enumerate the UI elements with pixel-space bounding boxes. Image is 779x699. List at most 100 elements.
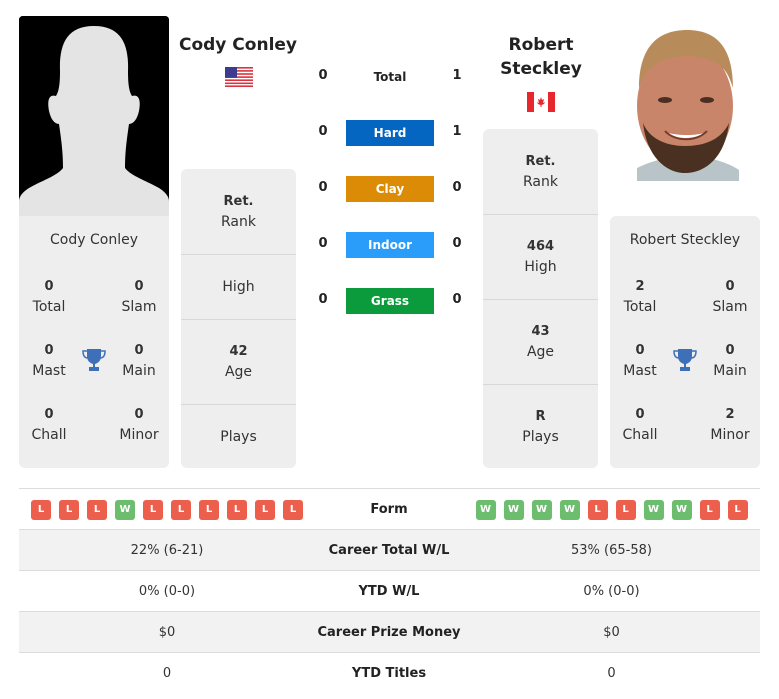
row-label: Career Prize Money [317, 625, 461, 640]
row-label: YTD Titles [351, 666, 427, 681]
player1-minor-titles: 0 Minor [109, 405, 169, 445]
label: Rank [221, 213, 256, 230]
form-loss-badge[interactable]: L [699, 499, 720, 520]
form-loss-badge[interactable]: L [255, 499, 275, 520]
form-label: Form [370, 502, 408, 517]
table-row-ytd-wl: 0% (0-0) YTD W/L 0% (0-0) [19, 570, 760, 611]
h2h-hard-p2: 1 [452, 124, 462, 139]
form-loss-badge[interactable]: L [227, 499, 247, 520]
surface-clay-badge[interactable]: Clay [346, 176, 434, 202]
player1-info-card: Ret. Rank High 42 Age Plays [181, 169, 296, 468]
player1-value: 0% (0-0) [138, 584, 196, 599]
player1-masters-titles: 0 Mast [19, 341, 79, 381]
label: Slam [121, 299, 157, 315]
player1-value: 22% (6-21) [130, 543, 204, 558]
player1-slam-titles: 0 Slam [109, 277, 169, 317]
form-loss-badge[interactable]: L [31, 499, 51, 520]
player1-plays: Plays [181, 404, 296, 468]
value: 0 [134, 343, 144, 358]
form-loss-badge[interactable]: L [199, 499, 219, 520]
player1-form: LLLWLLLLLL [19, 489, 315, 530]
form-win-badge[interactable]: W [475, 499, 496, 520]
player2-form: WWWWLLWWLL [463, 489, 760, 530]
player2-value: 53% (65-58) [571, 543, 652, 558]
form-win-badge[interactable]: W [531, 499, 552, 520]
h2h-total-p2: 1 [452, 68, 462, 83]
player2-value: $0 [603, 625, 620, 640]
player2-total-titles: 2 Total [610, 277, 670, 317]
form-win-badge[interactable]: W [643, 499, 664, 520]
value: 2 [635, 279, 645, 294]
surface-indoor-badge[interactable]: Indoor [346, 232, 434, 258]
player2-value: 0 [607, 666, 616, 681]
player2-photo [627, 28, 745, 181]
player1-name[interactable]: Cody Conley [178, 33, 298, 57]
h2h-clay-p1: 0 [318, 180, 328, 195]
value: R [535, 408, 546, 424]
form-loss-badge[interactable]: L [283, 499, 303, 520]
h2h-hard-p1: 0 [318, 124, 328, 139]
value: 0 [134, 279, 144, 294]
label: Total [623, 299, 657, 315]
h2h-grass-p1: 0 [318, 292, 328, 307]
h2h-clay-p2: 0 [452, 180, 462, 195]
player2-main-titles: 0 Main [700, 341, 760, 381]
label: Total [32, 299, 66, 315]
player2-age: 43 Age [483, 299, 598, 384]
value: 43 [531, 324, 550, 339]
value: 0 [725, 279, 735, 294]
label: Rank [523, 173, 558, 190]
row-label: Career Total W/L [328, 543, 450, 558]
table-row-career-wl: 22% (6-21) Career Total W/L 53% (65-58) [19, 529, 760, 570]
player2-slam-titles: 0 Slam [700, 277, 760, 317]
label: Main [122, 363, 156, 379]
row-label: YTD W/L [358, 584, 420, 599]
player2-name[interactable]: Robert Steckley [480, 33, 602, 81]
surface-hard-badge[interactable]: Hard [346, 120, 434, 146]
form-loss-badge[interactable]: L [87, 499, 107, 520]
h2h-indoor-p2: 0 [452, 236, 462, 251]
form-loss-badge[interactable]: L [727, 499, 748, 520]
player2-value: 0% (0-0) [583, 584, 640, 599]
label: Age [526, 344, 555, 360]
label: Age [224, 364, 253, 380]
form-win-badge[interactable]: W [115, 499, 135, 520]
player2-titles-card: Robert Steckley 2 Total 0 Slam 0 Mast 0 Main… [610, 216, 760, 468]
player2-masters-titles: 0 Mast [610, 341, 670, 381]
label: High [222, 279, 255, 295]
value: 42 [229, 344, 248, 359]
player1-rank: Ret. Rank [181, 169, 296, 254]
label: Mast [32, 363, 66, 379]
h2h-grass-p2: 0 [452, 292, 462, 307]
player1-value: 0 [162, 666, 172, 681]
form-loss-badge[interactable]: L [587, 499, 608, 520]
form-win-badge[interactable]: W [503, 499, 524, 520]
us-flag-icon [225, 67, 253, 87]
label: High [524, 259, 557, 275]
player2-card-name: Robert Steckley [629, 232, 741, 248]
canada-flag-icon [527, 92, 555, 112]
trophy-icon [81, 347, 107, 373]
value: 0 [635, 343, 645, 358]
form-loss-badge[interactable]: L [615, 499, 636, 520]
form-win-badge[interactable]: W [671, 499, 692, 520]
surface-grass-badge[interactable]: Grass [346, 288, 434, 314]
player1-age: 42 Age [181, 319, 296, 404]
table-row-ytd-titles: 0 YTD Titles 0 [19, 652, 760, 693]
player1-total-titles: 0 Total [19, 277, 79, 317]
trophy-icon [672, 347, 698, 373]
form-win-badge[interactable]: W [559, 499, 580, 520]
form-loss-badge[interactable]: L [143, 499, 163, 520]
player1-high: High [181, 254, 296, 319]
label: Minor [119, 427, 159, 443]
form-loss-badge[interactable]: L [59, 499, 79, 520]
player1-photo-placeholder [19, 16, 169, 216]
label: Main [713, 363, 747, 379]
player2-plays: R Plays [483, 384, 598, 468]
form-loss-badge[interactable]: L [171, 499, 191, 520]
player1-main-titles: 0 Main [109, 341, 169, 381]
player1-titles-card: Cody Conley 0 Total 0 Slam 0 Mast 0 Main 0 Ch… [19, 216, 169, 468]
label: Plays [522, 428, 559, 445]
value: Ret. [525, 153, 556, 169]
player1-form-badges: LLLWLLLLLL [27, 499, 307, 520]
